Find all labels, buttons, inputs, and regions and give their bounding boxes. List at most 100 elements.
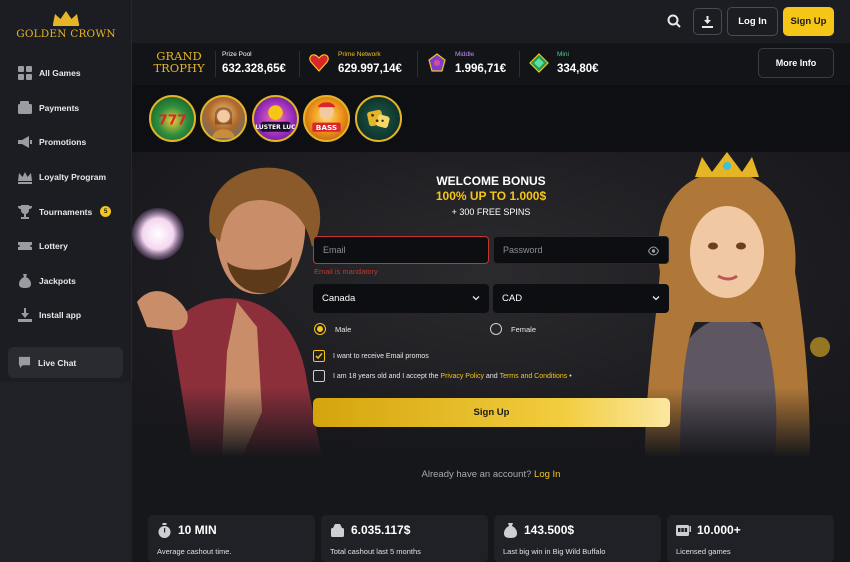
age-terms-checkbox[interactable]: I am 18 years old and I accept the Priva…	[313, 370, 572, 382]
sidebar-item-label: Jackpots	[39, 275, 76, 286]
grand-trophy-line2: TROPHY	[153, 61, 205, 75]
jackpot-value: 1.996,71€	[455, 63, 507, 75]
chevron-down-icon	[652, 296, 660, 301]
email-placeholder: Email	[323, 245, 346, 255]
welcome-bonus-offer: 100% UP TO 1.000$	[435, 189, 547, 203]
checkbox-indicator	[313, 370, 325, 382]
country-value: Canada	[322, 293, 356, 304]
privacy-policy-link[interactable]: Privacy Policy	[440, 373, 484, 380]
tournaments-count-badge: 5	[100, 206, 112, 218]
email-promos-label: I want to receive Email promos	[333, 352, 429, 360]
sidebar: GOLDEN CROWN All Games Payments Promotio…	[0, 0, 132, 562]
game-thumbnail-5[interactable]	[355, 95, 402, 142]
chevron-down-icon	[472, 296, 480, 301]
stat-value: 143.500$	[524, 523, 575, 537]
jackpot-value: 334,80€	[557, 63, 599, 75]
sidebar-nav: All Games Payments Promotions Loyalty Pr…	[8, 56, 124, 333]
svg-text:777: 777	[158, 112, 187, 128]
green-gem-icon	[529, 53, 549, 73]
crown-icon	[17, 170, 32, 185]
signup-submit-button[interactable]: Sign Up	[313, 398, 670, 427]
sidebar-item-promotions[interactable]: Promotions	[8, 125, 124, 160]
grid-icon	[17, 66, 32, 81]
email-promos-checkbox[interactable]: I want to receive Email promos	[313, 350, 429, 362]
game-thumbnail-4[interactable]: BASS	[303, 95, 350, 142]
svg-text:BASS: BASS	[316, 123, 337, 132]
login-button[interactable]: Log In	[727, 7, 778, 36]
login-link[interactable]: Log In	[534, 469, 560, 480]
jackpot-label: Prime Network	[338, 51, 381, 58]
currency-value: CAD	[502, 293, 523, 304]
stat-value: 6.035.117$	[351, 523, 411, 537]
already-text: Already have an account?	[421, 469, 532, 480]
grand-trophy-logo: GRAND TROPHY	[150, 50, 208, 74]
sidebar-footer	[0, 382, 132, 562]
more-info-button[interactable]: More Info	[758, 48, 834, 78]
sidebar-item-all-games[interactable]: All Games	[8, 56, 124, 91]
password-field[interactable]: Password	[493, 236, 669, 264]
goddess-portrait-icon	[212, 107, 235, 139]
sidebar-item-payments[interactable]: Payments	[8, 91, 124, 126]
search-button[interactable]	[664, 11, 684, 31]
live-chat-button[interactable]: Live Chat	[8, 347, 123, 378]
divider	[417, 51, 418, 77]
sidebar-item-label: Loyalty Program	[39, 172, 107, 183]
checkbox-checked-indicator	[313, 350, 325, 362]
purple-gem-icon	[428, 53, 446, 72]
welcome-bonus-free-spins: + 300 FREE SPINS	[451, 207, 531, 217]
stat-label: Licensed games	[676, 547, 731, 556]
country-select[interactable]: Canada	[313, 284, 489, 313]
sidebar-item-label: Promotions	[39, 137, 87, 148]
terms-conditions-link[interactable]: Terms and Conditions	[500, 373, 568, 380]
game-thumbnail-2[interactable]	[200, 95, 247, 142]
sidebar-item-label: Tournaments	[39, 206, 93, 217]
crown-logo-icon	[53, 11, 79, 26]
check-icon	[315, 353, 323, 360]
live-chat-label: Live Chat	[38, 357, 77, 368]
radio-selected-indicator	[314, 323, 326, 335]
sidebar-item-lottery[interactable]: Lottery	[8, 229, 124, 264]
signup-button[interactable]: Sign Up	[783, 7, 834, 36]
download-icon	[702, 15, 713, 28]
stat-card: 6.035.117$ Total cashout last 5 months	[321, 515, 488, 562]
stat-value: 10 MIN	[178, 523, 217, 537]
show-password-eye-icon[interactable]	[648, 246, 659, 256]
jackpot-label: Middle	[455, 51, 475, 58]
currency-select[interactable]: CAD	[493, 284, 669, 313]
email-error-message: Email is mandatory	[314, 267, 378, 276]
featured-games-row: 777 CLUSTER LUCK BASS	[132, 85, 850, 152]
stat-card: 10.000+ Licensed games	[667, 515, 834, 562]
gender-male-radio[interactable]: Male	[314, 323, 351, 335]
signup-hero: WELCOME BONUS 100% UP TO 1.000$ + 300 FR…	[132, 152, 850, 457]
gender-female-radio[interactable]: Female	[490, 323, 536, 335]
logo-text: GOLDEN CROWN	[16, 28, 116, 40]
age-terms-suffix: •	[567, 372, 572, 380]
chat-icon	[17, 355, 32, 370]
welcome-bonus-title: WELCOME BONUS	[436, 174, 546, 188]
divider	[299, 51, 300, 77]
slot-machine-icon	[676, 523, 692, 539]
download-app-button[interactable]	[693, 8, 722, 35]
top-header: Log In Sign Up	[132, 0, 850, 43]
fisherman-bass-icon: BASS	[312, 102, 341, 132]
radio-indicator	[490, 323, 502, 335]
game-thumbnail-1[interactable]: 777	[149, 95, 196, 142]
sidebar-item-loyalty-program[interactable]: Loyalty Program	[8, 160, 124, 195]
email-field[interactable]: Email	[313, 236, 489, 264]
logo[interactable]: GOLDEN CROWN	[14, 10, 118, 44]
jackpot-value: 632.328,65€	[222, 63, 286, 75]
stat-label: Average cashout time.	[157, 547, 232, 556]
cash-icon	[330, 523, 346, 539]
sidebar-item-label: Lottery	[39, 241, 68, 252]
sidebar-item-jackpots[interactable]: Jackpots	[8, 264, 124, 299]
megaphone-icon	[17, 135, 32, 150]
age-terms-prefix: I am 18 years old and I accept the	[333, 372, 441, 380]
game-thumbnail-3[interactable]: CLUSTER LUCK	[252, 95, 299, 142]
gender-male-label: Male	[335, 324, 352, 334]
money-bag-icon	[17, 273, 32, 288]
wallet-icon	[17, 100, 32, 115]
cluster-luck-icon: CLUSTER LUCK	[254, 105, 297, 132]
sidebar-item-install-app[interactable]: Install app	[8, 298, 124, 333]
sidebar-item-tournaments[interactable]: Tournaments 5	[8, 194, 124, 229]
stat-card: 143.500$ Last big win in Big Wild Buffal…	[494, 515, 661, 562]
